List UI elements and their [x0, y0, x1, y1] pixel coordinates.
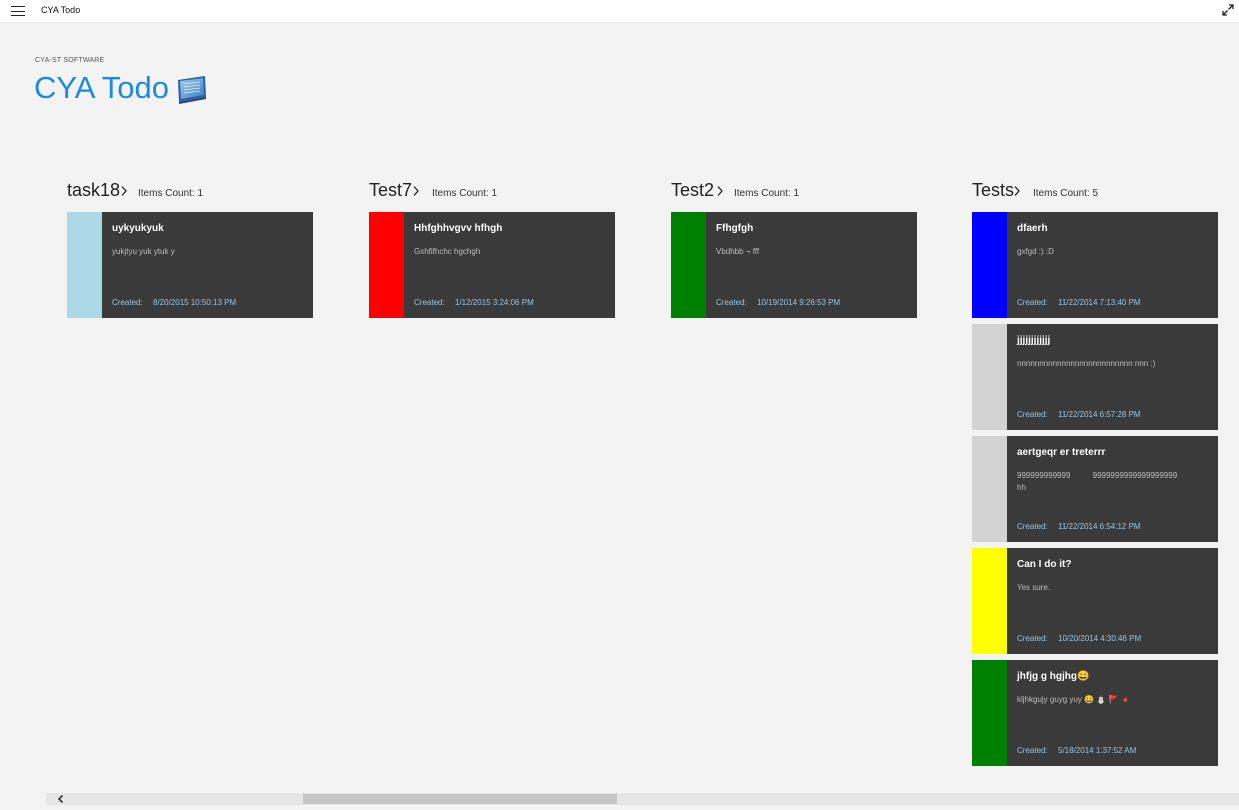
todo-description: kljhkgujy guyg yuy 😀 ⛄ 🚩 🔺	[1017, 695, 1131, 704]
todo-description: gxfgd :) :D	[1017, 247, 1054, 256]
todo-card[interactable]: Hhfghhvgvv hfhgh Gxhfifhchc hgchgh Created…	[369, 212, 615, 318]
items-count: Items Count: 1	[138, 188, 204, 199]
items-count: Items Count: 1	[432, 188, 498, 199]
company-name: CYA-ST SOFTWARE	[35, 57, 105, 64]
todo-card[interactable]: dfaerh gxfgd :) :D Created: 11/22/2014 7:13…	[972, 212, 1218, 318]
window-title: CYA Todo	[41, 5, 81, 15]
todo-title: jhfjg g hgjhg😀	[1017, 671, 1090, 682]
color-swatch	[972, 548, 1007, 654]
horizontal-scrollbar[interactable]	[46, 793, 1239, 805]
color-swatch	[671, 212, 706, 318]
todo-card[interactable]: aertgeqr er treterrr 999999999999 9999999…	[972, 436, 1218, 542]
created-date: 11/22/2014 7:13:40 PM	[1058, 298, 1141, 307]
created-label: Created:	[1017, 410, 1048, 419]
created-label: Created:	[1017, 298, 1048, 307]
color-swatch	[972, 324, 1007, 430]
todo-title: Ffhgfgh	[716, 223, 754, 234]
created-label: Created:	[1017, 746, 1048, 755]
created-date: 11/22/2014 6:57:28 PM	[1058, 410, 1141, 419]
created-label: Created:	[414, 298, 445, 307]
group-header[interactable]: task18 Items Count: 1	[67, 180, 313, 206]
created-label: Created:	[1017, 634, 1048, 643]
group-name[interactable]: task18	[67, 180, 120, 201]
todo-description: Gxhfifhchc hgchgh	[414, 247, 481, 256]
expand-icon[interactable]	[1221, 3, 1235, 17]
created-date: 8/20/2015 10:50:13 PM	[153, 298, 237, 307]
group-header[interactable]: Tests Items Count: 5	[972, 180, 1218, 206]
created-date: 10/20/2014 4:30:46 PM	[1058, 634, 1142, 643]
todo-title: jjjjjjjjjjjj	[1017, 335, 1051, 346]
scrollbar-thumb[interactable]	[303, 794, 617, 804]
group-header[interactable]: Test7 Items Count: 1	[369, 180, 615, 206]
todo-title: Can I do it?	[1017, 559, 1072, 570]
todo-description: Yes sure.	[1017, 583, 1051, 592]
chevron-right-icon[interactable]	[120, 185, 128, 197]
items-count: Items Count: 5	[1033, 188, 1099, 199]
created-date: 5/18/2014 1:37:52 AM	[1058, 746, 1137, 755]
created-date: 1/12/2015 3:24:06 PM	[455, 298, 534, 307]
group-name[interactable]: Test7	[369, 180, 412, 201]
created-label: Created:	[1017, 522, 1048, 531]
created-label: Created:	[112, 298, 143, 307]
todo-description: Vbdhbb ¬ fff	[716, 247, 760, 256]
color-swatch	[972, 436, 1007, 542]
title-bar: CYA Todo	[0, 0, 1239, 23]
created-date: 10/19/2014 9:26:53 PM	[757, 298, 841, 307]
chevron-right-icon[interactable]	[716, 185, 724, 197]
todo-description: yukjtyu yuk ytuk y	[112, 247, 175, 256]
chevron-right-icon[interactable]	[412, 185, 420, 197]
chevron-right-icon[interactable]	[1013, 185, 1021, 197]
created-date: 11/22/2014 6:54:12 PM	[1058, 522, 1141, 531]
todo-card[interactable]: jjjjjjjjjjjj nnnnnnnnnnnnnnnnnnnnnnnnnn n…	[972, 324, 1218, 430]
notebook-logo-icon	[178, 76, 206, 104]
group-name[interactable]: Tests	[972, 180, 1014, 201]
todo-card[interactable]: uykyukyuk yukjtyu yuk ytuk y Created: 8/20/…	[67, 212, 313, 318]
todo-title: uykyukyuk	[112, 223, 164, 234]
todo-description: nnnnnnnnnnnnnnnnnnnnnnnnnn nnn :)	[1017, 359, 1156, 368]
color-swatch	[972, 660, 1007, 766]
group-header[interactable]: Test2 Items Count: 1	[671, 180, 917, 206]
color-swatch	[972, 212, 1007, 318]
chevron-left-icon[interactable]	[56, 794, 66, 804]
todo-card[interactable]: jhfjg g hgjhg😀 kljhkgujy guyg yuy 😀 ⛄ 🚩 🔺…	[972, 660, 1218, 766]
group-task18: task18 Items Count: 1 uykyukyuk yukjtyu yuk…	[67, 180, 313, 318]
todo-card[interactable]: Can I do it? Yes sure. Created: 10/20/2014 …	[972, 548, 1218, 654]
todo-title: aertgeqr er treterrr	[1017, 447, 1106, 458]
todo-description: 999999999999 9999999999999999999 hh	[1017, 471, 1178, 492]
hamburger-menu-icon[interactable]	[11, 4, 25, 18]
items-count: Items Count: 1	[734, 188, 800, 199]
todo-title: dfaerh	[1017, 223, 1048, 234]
group-tests: Tests Items Count: 5 dfaerh gxfgd :) :D Crea…	[972, 180, 1218, 766]
group-name[interactable]: Test2	[671, 180, 714, 201]
group-test2: Test2 Items Count: 1 Ffhgfgh Vbdhbb ¬ fff Cr…	[671, 180, 917, 318]
created-label: Created:	[716, 298, 747, 307]
color-swatch	[369, 212, 404, 318]
page-title: CYA Todo	[34, 70, 170, 105]
todo-title: Hhfghhvgvv hfhgh	[414, 223, 503, 234]
group-test7: Test7 Items Count: 1 Hhfghhvgvv hfhgh Gxhfi…	[369, 180, 615, 318]
todo-card[interactable]: Ffhgfgh Vbdhbb ¬ fff Created: 10/19/2014 9:…	[671, 212, 917, 318]
color-swatch	[67, 212, 102, 318]
